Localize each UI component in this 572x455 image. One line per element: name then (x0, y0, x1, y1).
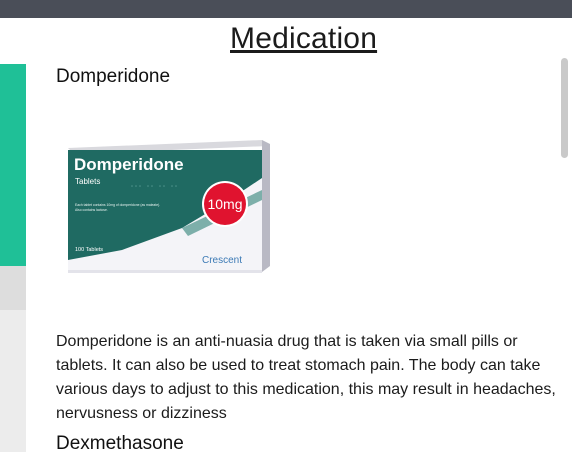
box-count-text: 100 Tablets (75, 247, 103, 253)
box-brand-text: Domperidone (74, 155, 184, 174)
product-image: Domperidone Tablets Each tablet contains… (68, 140, 270, 273)
dose-badge-text: 10mg (207, 196, 242, 212)
sidebar-item[interactable] (0, 18, 26, 64)
scrollbar-thumb[interactable] (561, 58, 568, 158)
medication-name: Domperidone (56, 66, 171, 87)
sidebar-item[interactable] (0, 266, 26, 310)
sidebar-item[interactable] (0, 310, 26, 452)
medication-description: Domperidone is an anti-nuasia drug that … (56, 333, 556, 422)
box-fine-print: Each tablet contains 10mg of domperidone… (75, 203, 160, 207)
sidebar-item-active[interactable] (0, 64, 26, 266)
sidebar (0, 18, 26, 452)
maker-logo: Crescent (202, 255, 242, 266)
box-form-text: Tablets (75, 177, 100, 186)
page-title: Medication (230, 22, 378, 55)
box-fine-print: Also contains lactose. (75, 208, 108, 212)
top-nav-bar (0, 0, 572, 18)
scrollbar[interactable] (558, 18, 572, 452)
